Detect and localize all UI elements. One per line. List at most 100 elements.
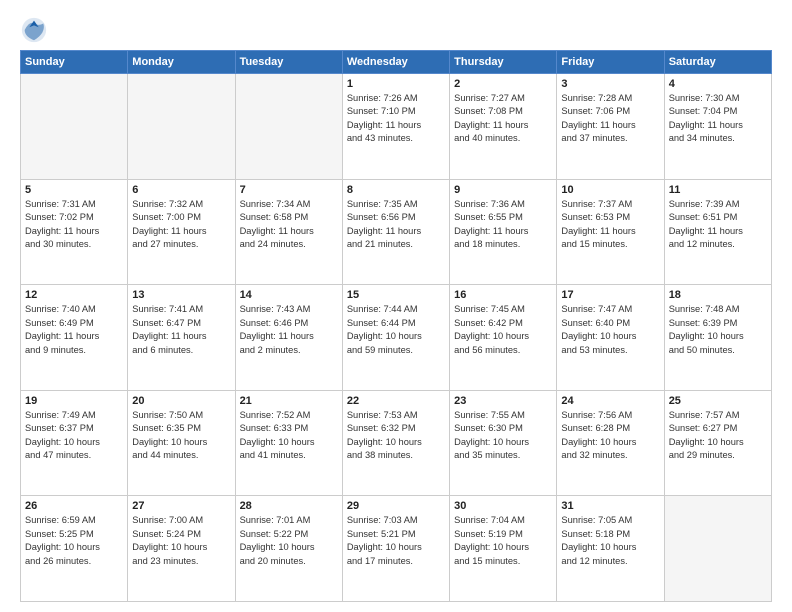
day-info: Sunrise: 7:27 AMSunset: 7:08 PMDaylight:… bbox=[454, 92, 552, 146]
calendar-cell: 8 Sunrise: 7:35 AMSunset: 6:56 PMDaylight… bbox=[342, 179, 449, 285]
calendar-cell: 11 Sunrise: 7:39 AMSunset: 6:51 PMDayligh… bbox=[664, 179, 771, 285]
week-row-3: 19Sunrise: 7:49 AMSunset: 6:37 PMDayligh… bbox=[21, 390, 772, 496]
day-number: 15 bbox=[347, 289, 445, 301]
calendar-cell: 3 Sunrise: 7:28 AMSunset: 7:06 PMDaylight… bbox=[557, 74, 664, 180]
calendar-cell bbox=[235, 74, 342, 180]
day-info: Sunrise: 7:31 AMSunset: 7:02 PMDaylight:… bbox=[25, 198, 123, 252]
header-day-saturday: Saturday bbox=[664, 51, 771, 74]
calendar-cell: 13 Sunrise: 7:41 AMSunset: 6:47 PMDayligh… bbox=[128, 285, 235, 391]
calendar-cell: 21Sunrise: 7:52 AMSunset: 6:33 PMDayligh… bbox=[235, 390, 342, 496]
calendar-cell: 14 Sunrise: 7:43 AMSunset: 6:46 PMDayligh… bbox=[235, 285, 342, 391]
logo bbox=[20, 16, 52, 44]
week-row-1: 5 Sunrise: 7:31 AMSunset: 7:02 PMDaylight… bbox=[21, 179, 772, 285]
calendar-cell: 28 Sunrise: 7:01 AMSunset: 5:22 PMDayligh… bbox=[235, 496, 342, 602]
calendar-cell: 24 Sunrise: 7:56 AMSunset: 6:28 PMDayligh… bbox=[557, 390, 664, 496]
day-info: Sunrise: 7:41 AMSunset: 6:47 PMDaylight:… bbox=[132, 303, 230, 357]
calendar-cell: 19Sunrise: 7:49 AMSunset: 6:37 PMDayligh… bbox=[21, 390, 128, 496]
day-info: Sunrise: 7:35 AMSunset: 6:56 PMDaylight:… bbox=[347, 198, 445, 252]
day-info: Sunrise: 7:36 AMSunset: 6:55 PMDaylight:… bbox=[454, 198, 552, 252]
day-number: 31 bbox=[561, 500, 659, 512]
day-info: Sunrise: 7:00 AMSunset: 5:24 PMDaylight:… bbox=[132, 514, 230, 568]
week-row-4: 26 Sunrise: 6:59 AMSunset: 5:25 PMDayligh… bbox=[21, 496, 772, 602]
day-number: 14 bbox=[240, 289, 338, 301]
calendar-cell: 12Sunrise: 7:40 AMSunset: 6:49 PMDayligh… bbox=[21, 285, 128, 391]
calendar-cell: 25Sunrise: 7:57 AMSunset: 6:27 PMDayligh… bbox=[664, 390, 771, 496]
day-number: 20 bbox=[132, 395, 230, 407]
day-number: 6 bbox=[132, 184, 230, 196]
calendar-cell: 16 Sunrise: 7:45 AMSunset: 6:42 PMDayligh… bbox=[450, 285, 557, 391]
header-row: SundayMondayTuesdayWednesdayThursdayFrid… bbox=[21, 51, 772, 74]
calendar-cell: 18Sunrise: 7:48 AMSunset: 6:39 PMDayligh… bbox=[664, 285, 771, 391]
day-info: Sunrise: 7:30 AMSunset: 7:04 PMDaylight:… bbox=[669, 92, 767, 146]
day-number: 1 bbox=[347, 78, 445, 90]
calendar-cell bbox=[21, 74, 128, 180]
day-number: 9 bbox=[454, 184, 552, 196]
day-info: Sunrise: 7:03 AMSunset: 5:21 PMDaylight:… bbox=[347, 514, 445, 568]
day-info: Sunrise: 7:45 AMSunset: 6:42 PMDaylight:… bbox=[454, 303, 552, 357]
calendar-cell: 9 Sunrise: 7:36 AMSunset: 6:55 PMDaylight… bbox=[450, 179, 557, 285]
day-number: 27 bbox=[132, 500, 230, 512]
calendar-cell: 29 Sunrise: 7:03 AMSunset: 5:21 PMDayligh… bbox=[342, 496, 449, 602]
day-info: Sunrise: 7:43 AMSunset: 6:46 PMDaylight:… bbox=[240, 303, 338, 357]
calendar-cell: 27 Sunrise: 7:00 AMSunset: 5:24 PMDayligh… bbox=[128, 496, 235, 602]
day-info: Sunrise: 7:57 AMSunset: 6:27 PMDaylight:… bbox=[669, 409, 767, 463]
day-number: 10 bbox=[561, 184, 659, 196]
logo-icon bbox=[20, 16, 48, 44]
calendar-cell: 22 Sunrise: 7:53 AMSunset: 6:32 PMDayligh… bbox=[342, 390, 449, 496]
day-number: 26 bbox=[25, 500, 123, 512]
header bbox=[20, 16, 772, 44]
day-number: 7 bbox=[240, 184, 338, 196]
calendar-cell: 2 Sunrise: 7:27 AMSunset: 7:08 PMDaylight… bbox=[450, 74, 557, 180]
calendar-cell: 17Sunrise: 7:47 AMSunset: 6:40 PMDayligh… bbox=[557, 285, 664, 391]
calendar-cell: 5 Sunrise: 7:31 AMSunset: 7:02 PMDaylight… bbox=[21, 179, 128, 285]
calendar-cell: 7 Sunrise: 7:34 AMSunset: 6:58 PMDaylight… bbox=[235, 179, 342, 285]
week-row-2: 12Sunrise: 7:40 AMSunset: 6:49 PMDayligh… bbox=[21, 285, 772, 391]
day-number: 24 bbox=[561, 395, 659, 407]
header-day-wednesday: Wednesday bbox=[342, 51, 449, 74]
header-day-sunday: Sunday bbox=[21, 51, 128, 74]
day-number: 28 bbox=[240, 500, 338, 512]
calendar-cell: 4Sunrise: 7:30 AMSunset: 7:04 PMDaylight… bbox=[664, 74, 771, 180]
day-number: 3 bbox=[561, 78, 659, 90]
day-info: Sunrise: 7:28 AMSunset: 7:06 PMDaylight:… bbox=[561, 92, 659, 146]
day-number: 30 bbox=[454, 500, 552, 512]
day-info: Sunrise: 7:53 AMSunset: 6:32 PMDaylight:… bbox=[347, 409, 445, 463]
calendar-cell: 23Sunrise: 7:55 AMSunset: 6:30 PMDayligh… bbox=[450, 390, 557, 496]
day-number: 22 bbox=[347, 395, 445, 407]
calendar-cell bbox=[128, 74, 235, 180]
day-info: Sunrise: 7:37 AMSunset: 6:53 PMDaylight:… bbox=[561, 198, 659, 252]
day-info: Sunrise: 6:59 AMSunset: 5:25 PMDaylight:… bbox=[25, 514, 123, 568]
header-day-tuesday: Tuesday bbox=[235, 51, 342, 74]
day-info: Sunrise: 7:48 AMSunset: 6:39 PMDaylight:… bbox=[669, 303, 767, 357]
day-number: 16 bbox=[454, 289, 552, 301]
day-info: Sunrise: 7:34 AMSunset: 6:58 PMDaylight:… bbox=[240, 198, 338, 252]
day-number: 21 bbox=[240, 395, 338, 407]
calendar-cell: 31 Sunrise: 7:05 AMSunset: 5:18 PMDayligh… bbox=[557, 496, 664, 602]
calendar-cell: 15 Sunrise: 7:44 AMSunset: 6:44 PMDayligh… bbox=[342, 285, 449, 391]
day-info: Sunrise: 7:01 AMSunset: 5:22 PMDaylight:… bbox=[240, 514, 338, 568]
header-day-monday: Monday bbox=[128, 51, 235, 74]
day-info: Sunrise: 7:39 AMSunset: 6:51 PMDaylight:… bbox=[669, 198, 767, 252]
day-number: 13 bbox=[132, 289, 230, 301]
day-number: 12 bbox=[25, 289, 123, 301]
calendar-cell: 6 Sunrise: 7:32 AMSunset: 7:00 PMDaylight… bbox=[128, 179, 235, 285]
day-info: Sunrise: 7:44 AMSunset: 6:44 PMDaylight:… bbox=[347, 303, 445, 357]
day-info: Sunrise: 7:56 AMSunset: 6:28 PMDaylight:… bbox=[561, 409, 659, 463]
week-row-0: 1Sunrise: 7:26 AMSunset: 7:10 PMDaylight… bbox=[21, 74, 772, 180]
calendar-table: SundayMondayTuesdayWednesdayThursdayFrid… bbox=[20, 50, 772, 602]
day-number: 2 bbox=[454, 78, 552, 90]
day-info: Sunrise: 7:50 AMSunset: 6:35 PMDaylight:… bbox=[132, 409, 230, 463]
day-info: Sunrise: 7:32 AMSunset: 7:00 PMDaylight:… bbox=[132, 198, 230, 252]
day-number: 5 bbox=[25, 184, 123, 196]
day-info: Sunrise: 7:04 AMSunset: 5:19 PMDaylight:… bbox=[454, 514, 552, 568]
day-info: Sunrise: 7:05 AMSunset: 5:18 PMDaylight:… bbox=[561, 514, 659, 568]
day-number: 11 bbox=[669, 184, 767, 196]
day-number: 29 bbox=[347, 500, 445, 512]
calendar-cell: 10 Sunrise: 7:37 AMSunset: 6:53 PMDayligh… bbox=[557, 179, 664, 285]
calendar-cell: 20 Sunrise: 7:50 AMSunset: 6:35 PMDayligh… bbox=[128, 390, 235, 496]
day-number: 8 bbox=[347, 184, 445, 196]
calendar-cell: 26 Sunrise: 6:59 AMSunset: 5:25 PMDayligh… bbox=[21, 496, 128, 602]
header-day-thursday: Thursday bbox=[450, 51, 557, 74]
day-info: Sunrise: 7:47 AMSunset: 6:40 PMDaylight:… bbox=[561, 303, 659, 357]
calendar-cell: 1Sunrise: 7:26 AMSunset: 7:10 PMDaylight… bbox=[342, 74, 449, 180]
